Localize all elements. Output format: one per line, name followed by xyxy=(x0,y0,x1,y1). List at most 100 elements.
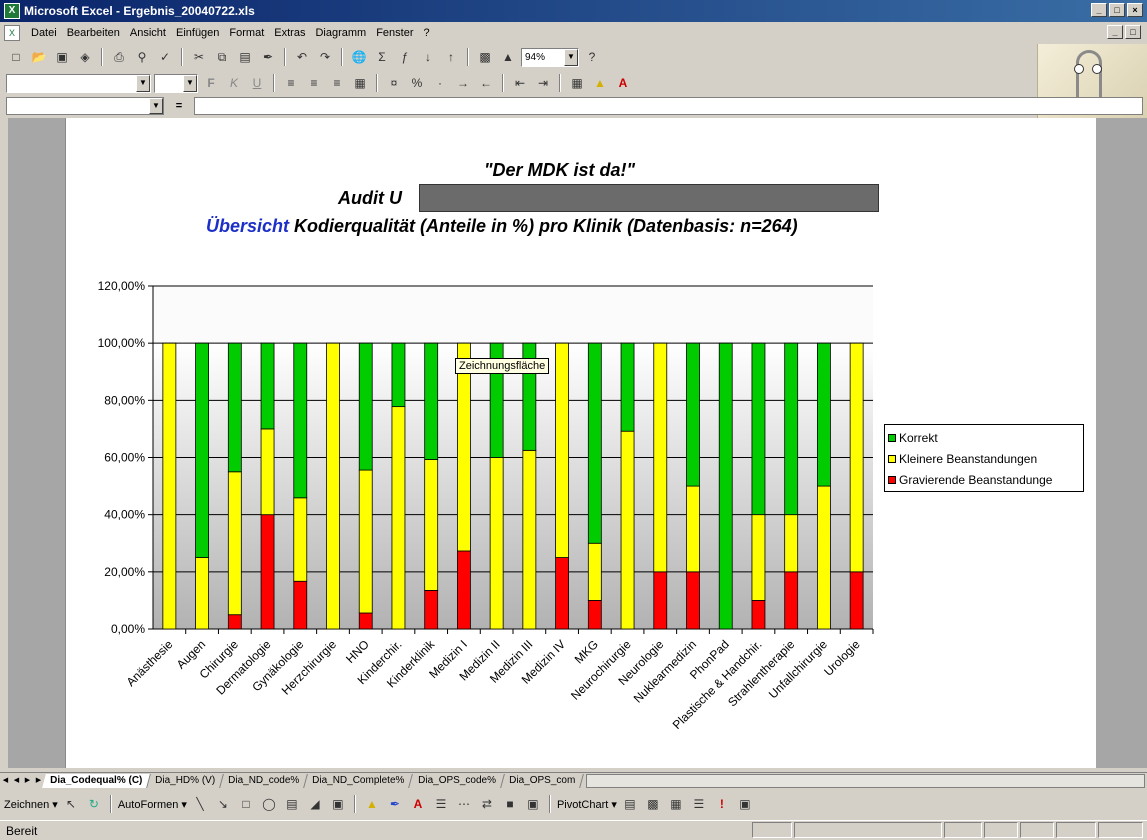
legend-item-gravierende: Gravierende Beanstandunge xyxy=(888,469,1080,490)
bar-segment xyxy=(424,342,439,460)
legend-swatch xyxy=(888,433,896,442)
y-tick-label: 0,00% xyxy=(111,622,145,636)
x-category-label: MKG xyxy=(572,637,601,666)
separator xyxy=(548,795,551,813)
sheet-tab[interactable]: Dia_Codequal% (C) xyxy=(42,773,152,788)
x-category-label: Anästhesie xyxy=(124,637,176,689)
arrow-icon[interactable]: ↘ xyxy=(213,794,233,814)
sheet-tab-label: Dia_ND_Complete% xyxy=(312,774,405,786)
bar-segment xyxy=(718,342,733,630)
sheet-tab-label: Dia_ND_code% xyxy=(228,774,300,786)
alert-icon[interactable]: ! xyxy=(712,794,732,814)
y-tick-label: 80,00% xyxy=(104,393,145,407)
dash-style-icon[interactable]: ⋯ xyxy=(454,794,474,814)
y-tick-label: 120,00% xyxy=(98,279,146,293)
bar-segment xyxy=(227,342,242,473)
line-style-icon[interactable]: ☰ xyxy=(431,794,451,814)
line-icon[interactable]: ╲ xyxy=(190,794,210,814)
line-color-icon[interactable]: ✒ xyxy=(385,794,405,814)
zeichnen-menu[interactable]: Zeichnen ▾ xyxy=(4,798,58,811)
bar-segment xyxy=(227,471,242,616)
bar-segment xyxy=(293,342,308,499)
bar-segment xyxy=(260,428,275,516)
bar-segment xyxy=(849,571,864,630)
bar-segment xyxy=(686,342,700,487)
font-color-icon[interactable]: A xyxy=(408,794,428,814)
x-category-label: Urologie xyxy=(821,637,863,679)
bar-segment xyxy=(784,514,799,573)
bar-segment xyxy=(260,514,275,630)
horizontal-scrollbar[interactable] xyxy=(585,773,1145,788)
separator xyxy=(109,795,112,813)
legend-label: Gravierende Beanstandunge xyxy=(899,472,1053,487)
rectangle-icon[interactable]: □ xyxy=(236,794,256,814)
plot-area-top xyxy=(153,286,873,344)
chart-format-icon[interactable]: ▤ xyxy=(620,794,640,814)
legend-swatch xyxy=(888,475,896,484)
legend-swatch xyxy=(888,454,896,463)
sheet-tab[interactable]: Dia_OPS_com xyxy=(500,773,584,788)
bar-segment xyxy=(751,514,766,601)
bar-segment xyxy=(587,542,602,601)
bar-segment xyxy=(424,590,439,630)
bar-segment xyxy=(784,342,799,516)
bar-segment xyxy=(587,600,602,630)
bar-segment xyxy=(227,614,242,630)
bar-segment xyxy=(653,342,668,573)
sheet-tab[interactable]: Dia_ND_code% xyxy=(220,773,309,788)
prev-sheet-icon[interactable]: ◀ xyxy=(11,775,22,787)
chart-svg[interactable]: 0,00% 20,00% 40,00% 60,00% 80,00% 100,00% 120,… xyxy=(0,0,1147,840)
refresh-icon[interactable]: ▦ xyxy=(666,794,686,814)
arrow-style-icon[interactable]: ⇄ xyxy=(477,794,497,814)
bar-segment xyxy=(522,449,537,630)
status-field xyxy=(1056,822,1096,838)
y-tick-label: 60,00% xyxy=(104,451,145,465)
autoformen-menu[interactable]: AutoFormen ▾ xyxy=(118,798,187,811)
textbox-icon[interactable]: ▤ xyxy=(282,794,302,814)
y-tick-label: 100,00% xyxy=(98,336,146,350)
first-sheet-icon[interactable]: ◀ xyxy=(0,775,11,787)
sheet-tab-label: Dia_HD% (V) xyxy=(155,774,216,786)
bar-segment xyxy=(195,342,209,558)
rotate-icon[interactable]: ↻ xyxy=(84,794,104,814)
fill-color-icon[interactable]: ▲ xyxy=(362,794,382,814)
bar-segment xyxy=(849,342,864,573)
legend-label: Korrekt xyxy=(899,430,938,445)
clipart-icon[interactable]: ▣ xyxy=(328,794,348,814)
field-settings-icon[interactable]: ☰ xyxy=(689,794,709,814)
sheet-tab[interactable]: Dia_ND_Complete% xyxy=(304,773,414,788)
bar-segment xyxy=(195,557,209,630)
legend-item-korrekt: Korrekt xyxy=(888,427,1080,448)
bar-segment xyxy=(653,571,668,630)
bar-segment xyxy=(457,550,471,630)
status-field xyxy=(1098,822,1143,838)
show-fields-icon[interactable]: ▣ xyxy=(735,794,755,814)
status-field xyxy=(984,822,1018,838)
legend-item-kleinere: Kleinere Beanstandungen xyxy=(888,448,1080,469)
bar-segment xyxy=(587,342,602,544)
oval-icon[interactable]: ◯ xyxy=(259,794,279,814)
bar-segment xyxy=(293,497,308,582)
status-field xyxy=(794,822,942,838)
wordart-icon[interactable]: ◢ xyxy=(305,794,325,814)
3d-icon[interactable]: ▣ xyxy=(523,794,543,814)
next-sheet-icon[interactable]: ▶ xyxy=(22,775,33,787)
select-objects-icon[interactable]: ↖ xyxy=(61,794,81,814)
bar-segment xyxy=(555,342,569,558)
bar-segment xyxy=(358,469,373,614)
sheet-tab[interactable]: Dia_HD% (V) xyxy=(147,773,225,788)
sheet-tab[interactable]: Dia_OPS_code% xyxy=(409,773,505,788)
pivotchart-menu[interactable]: PivotChart ▾ xyxy=(557,798,617,811)
chart-legend[interactable]: Korrekt Kleinere Beanstandungen Graviere… xyxy=(884,424,1084,492)
sheet-tab-label: Dia_Codequal% (C) xyxy=(50,774,143,786)
bar-segment xyxy=(817,485,831,630)
bar-segment xyxy=(686,485,700,573)
bar-segment xyxy=(751,342,766,516)
shadow-icon[interactable]: ■ xyxy=(500,794,520,814)
sheet-tab-label: Dia_OPS_code% xyxy=(417,774,496,786)
bar-segment xyxy=(424,459,439,591)
chart-wizard-icon[interactable]: ▩ xyxy=(643,794,663,814)
bar-segment xyxy=(686,571,700,630)
bar-segment xyxy=(391,342,406,408)
bar-segment xyxy=(260,342,275,430)
